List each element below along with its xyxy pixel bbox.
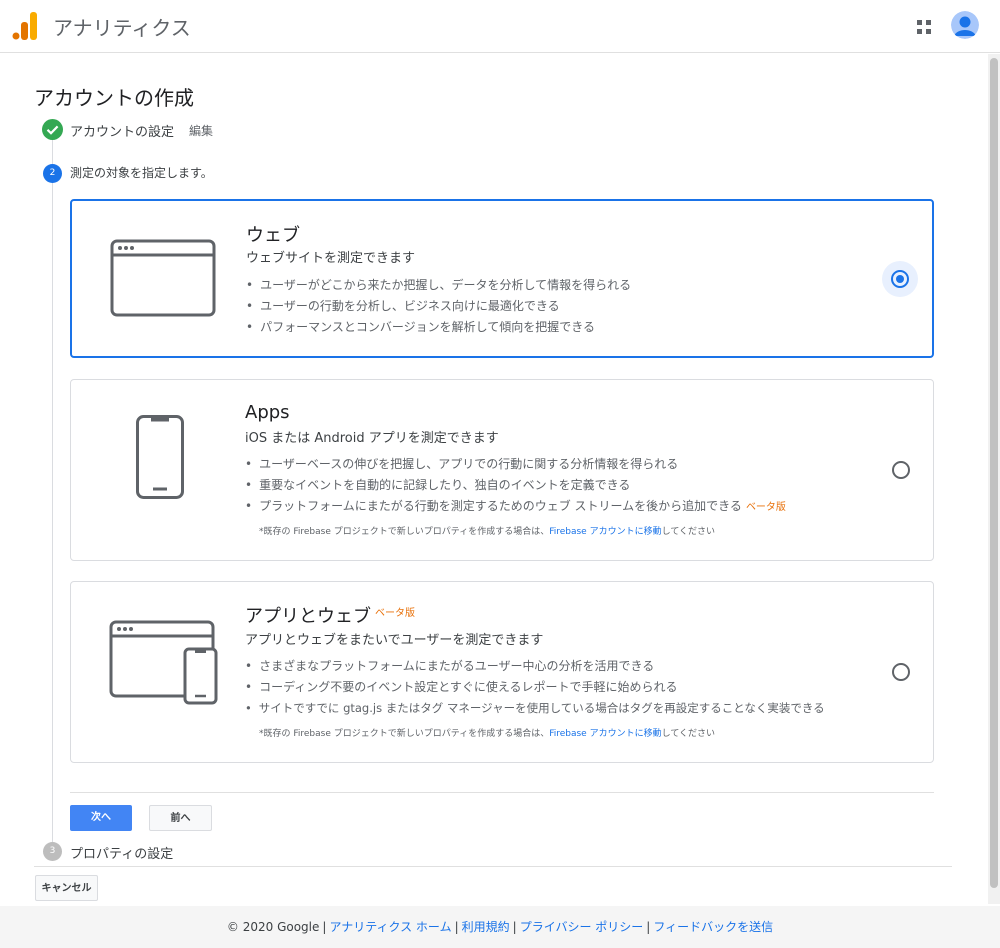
copyright: © 2020 Google — [226, 920, 320, 934]
apps-grid-icon[interactable] — [914, 17, 934, 37]
option-title: アプリとウェブ ベータ版 — [245, 602, 415, 628]
list-item: プラットフォームにまたがる行動を測定するためのウェブ ストリームを後から追加でき… — [245, 496, 786, 518]
list-item: 重要なイベントを自動的に記録したり、独自のイベントを定義できる — [245, 475, 786, 496]
footer-link-analytics-home[interactable]: アナリティクス ホーム — [329, 920, 451, 934]
note-text: してください — [661, 729, 716, 739]
smartphone-icon — [136, 415, 184, 499]
list-item: パフォーマンスとコンバージョンを解析して傾向を把握できる — [246, 317, 631, 338]
note-text: してください — [661, 527, 716, 537]
divider — [34, 866, 952, 867]
browser-and-phone-icon — [109, 620, 218, 705]
note-text: *既存の Firebase プロジェクトで新しいプロパティを作成する場合は、 — [259, 527, 550, 537]
step-number-2: 2 — [43, 164, 62, 183]
firebase-note: *既存の Firebase プロジェクトで新しいプロパティを作成する場合は、Fi… — [259, 726, 715, 739]
firebase-account-link[interactable]: Firebase アカウントに移動 — [549, 729, 661, 739]
note-text: *既存の Firebase プロジェクトで新しいプロパティを作成する場合は、 — [259, 729, 550, 739]
separator: | — [646, 920, 651, 934]
previous-button[interactable]: 前へ — [149, 805, 212, 831]
list-item: サイトですでに gtag.js またはタグ マネージャーを使用している場合はタグ… — [245, 698, 825, 719]
option-subtitle: アプリとウェブをまたいでユーザーを測定できます — [245, 633, 544, 648]
radio-apps[interactable] — [892, 461, 910, 479]
browser-window-icon — [110, 239, 216, 317]
firebase-account-link[interactable]: Firebase アカウントに移動 — [549, 527, 661, 537]
option-bullet-list: ユーザーがどこから来たか把握し、データを分析して情報を得られる ユーザーの行動を… — [246, 275, 631, 338]
list-item: ユーザーの行動を分析し、ビジネス向けに最適化できる — [246, 296, 631, 317]
check-circle-icon — [42, 119, 63, 140]
option-card-web[interactable]: ウェブ ウェブサイトを測定できます ユーザーがどこから来たか把握し、データを分析… — [70, 199, 934, 358]
footer-link-terms[interactable]: 利用規約 — [462, 920, 510, 934]
next-button[interactable]: 次へ — [70, 805, 132, 831]
list-item-text: プラットフォームにまたがる行動を測定するためのウェブ ストリームを後から追加でき… — [259, 499, 742, 513]
option-subtitle: iOS または Android アプリを測定できます — [245, 431, 499, 446]
option-card-apps[interactable]: Apps iOS または Android アプリを測定できます ユーザーベースの… — [70, 379, 934, 561]
list-item: ユーザーがどこから来たか把握し、データを分析して情報を得られる — [246, 275, 631, 296]
analytics-logo-icon — [12, 12, 37, 40]
option-card-app-and-web[interactable]: アプリとウェブベータ版 アプリとウェブをまたいでユーザーを測定できます さまざま… — [70, 581, 934, 763]
radio-web[interactable] — [891, 270, 909, 288]
footer: © 2020 Google | アナリティクス ホーム | 利用規約 | プライバシー ポリ… — [0, 906, 1000, 948]
step-label-property-settings: プロパティの設定 — [70, 847, 174, 862]
separator: | — [512, 920, 517, 934]
radio-app-and-web[interactable] — [892, 663, 910, 681]
app-title: アナリティクス — [53, 16, 191, 40]
separator: | — [322, 920, 327, 934]
step-label-measurement-target: 測定の対象を指定します。 — [70, 166, 213, 180]
step-label-account-settings: アカウントの設定 — [70, 125, 175, 140]
scrollbar-thumb[interactable] — [990, 58, 998, 888]
scrollbar[interactable] — [988, 54, 1000, 904]
cancel-button[interactable]: キャンセル — [35, 875, 98, 901]
page-title: アカウントの作成 — [34, 86, 194, 110]
divider — [70, 792, 934, 793]
footer-link-feedback[interactable]: フィードバックを送信 — [653, 920, 773, 934]
top-bar: アナリティクス — [0, 0, 1000, 53]
option-bullet-list: ユーザーベースの伸びを把握し、アプリでの行動に関する分析情報を得られる 重要なイ… — [245, 454, 786, 518]
step-number-3: 3 — [43, 842, 62, 861]
option-title: ウェブ — [246, 225, 300, 246]
option-bullet-list: さまざまなプラットフォームにまたがるユーザー中心の分析を活用できる コーディング… — [245, 656, 825, 719]
stepper-line — [52, 140, 53, 842]
option-title: Apps — [245, 402, 290, 423]
option-title-text: アプリとウェブ — [245, 606, 371, 627]
list-item: さまざまなプラットフォームにまたがるユーザー中心の分析を活用できる — [245, 656, 825, 677]
beta-badge: ベータ版 — [745, 502, 786, 513]
firebase-note: *既存の Firebase プロジェクトで新しいプロパティを作成する場合は、Fi… — [259, 524, 715, 537]
list-item: コーディング不要のイベント設定とすぐに使えるレポートで手軽に始められる — [245, 677, 825, 698]
avatar[interactable] — [951, 11, 979, 39]
footer-link-privacy[interactable]: プライバシー ポリシー — [520, 920, 644, 934]
beta-badge: ベータ版 — [375, 608, 415, 619]
edit-link[interactable]: 編集 — [189, 122, 213, 139]
separator: | — [454, 920, 459, 934]
option-subtitle: ウェブサイトを測定できます — [246, 251, 416, 266]
list-item: ユーザーベースの伸びを把握し、アプリでの行動に関する分析情報を得られる — [245, 454, 786, 475]
